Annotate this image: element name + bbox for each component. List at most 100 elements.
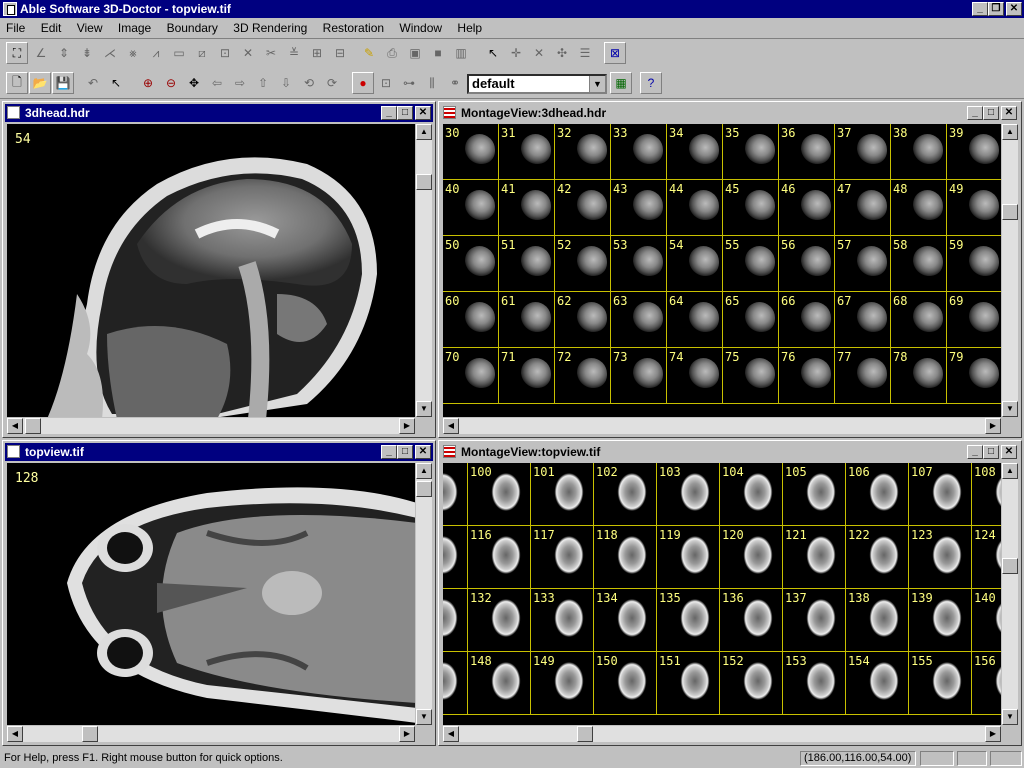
draw-line-icon[interactable]: ∠ (30, 42, 52, 64)
montage-thumbnail[interactable]: 42 (555, 180, 611, 236)
close-button[interactable]: ✕ (1006, 2, 1022, 16)
montage-thumbnail[interactable]: 69 (947, 292, 1001, 348)
scroll-right-button[interactable]: ▶ (399, 726, 415, 742)
menu-3d-rendering[interactable]: 3D Rendering (227, 18, 313, 38)
montage-thumbnail[interactable]: 31 (499, 124, 555, 180)
minimize-button[interactable]: _ (381, 445, 397, 459)
montage-thumbnail[interactable]: 71 (499, 348, 555, 404)
select-pointer-icon[interactable]: ↖ (105, 72, 127, 94)
montage-thumbnail[interactable]: 135 (657, 589, 720, 652)
print-icon[interactable]: ⎙ (381, 42, 403, 64)
monitor-icon[interactable]: ▣ (404, 42, 426, 64)
horizontal-scrollbar[interactable]: ◀ ▶ (7, 418, 415, 434)
minimize-button[interactable]: _ (381, 106, 397, 120)
add-point-icon[interactable]: ✛ (505, 42, 527, 64)
horizontal-scrollbar[interactable]: ◀ ▶ (443, 418, 1001, 434)
montage-thumbnail[interactable]: 133 (531, 589, 594, 652)
move-point-icon[interactable]: ✣ (551, 42, 573, 64)
montage-thumbnail[interactable]: 137 (783, 589, 846, 652)
montage-thumbnail[interactable] (443, 526, 468, 589)
chevron-down-icon[interactable]: ▼ (589, 76, 605, 92)
montage-thumbnail[interactable]: 45 (723, 180, 779, 236)
montage-thumbnail[interactable]: 151 (657, 652, 720, 715)
link-icon[interactable]: ⚭ (444, 72, 466, 94)
vertical-scrollbar[interactable]: ▲ ▼ (416, 124, 432, 417)
montage-thumbnail[interactable]: 36 (779, 124, 835, 180)
montage-thumbnail[interactable]: 139 (909, 589, 972, 652)
scroll-up-button[interactable]: ▲ (416, 463, 432, 479)
pan-icon[interactable]: ✥ (183, 72, 205, 94)
point-list-icon[interactable]: ☰ (574, 42, 596, 64)
calibrate-icon[interactable]: ⊠ (604, 42, 626, 64)
montage-thumbnail[interactable]: 108 (972, 463, 1001, 526)
minimize-button[interactable]: _ (967, 445, 983, 459)
image-frame-icon[interactable]: ⊟ (329, 42, 351, 64)
close-button[interactable]: ✕ (415, 445, 431, 459)
scroll-thumb[interactable] (1002, 558, 1018, 574)
window-axial-titlebar[interactable]: topview.tif _ □ ✕ (5, 443, 433, 461)
restore-button[interactable]: ❐ (988, 2, 1004, 16)
montage-thumbnail[interactable]: 118 (594, 526, 657, 589)
montage-thumbnail[interactable]: 78 (891, 348, 947, 404)
montage-thumbnail[interactable]: 116 (468, 526, 531, 589)
select-region-icon[interactable]: ⛶ (6, 42, 28, 64)
window-sagittal-titlebar[interactable]: 3dhead.hdr _ □ ✕ (5, 104, 433, 122)
arrow-up-icon[interactable]: ⇧ (252, 72, 274, 94)
scroll-up-button[interactable]: ▲ (416, 124, 432, 140)
montage-thumbnail[interactable]: 38 (891, 124, 947, 180)
panel-icon[interactable]: ■ (427, 42, 449, 64)
rotate-left-icon[interactable]: ⟲ (298, 72, 320, 94)
layout-icon[interactable]: ▥ (450, 42, 472, 64)
montage-thumbnail[interactable]: 39 (947, 124, 1001, 180)
delete-boundary-icon[interactable]: ✕ (237, 42, 259, 64)
montage-thumbnail[interactable]: 120 (720, 526, 783, 589)
montage-thumbnail[interactable]: 117 (531, 526, 594, 589)
montage-thumbnail[interactable]: 106 (846, 463, 909, 526)
montage-thumbnail[interactable]: 52 (555, 236, 611, 292)
app-icon[interactable] (3, 2, 17, 16)
montage-thumbnail[interactable]: 58 (891, 236, 947, 292)
menu-image[interactable]: Image (112, 18, 157, 38)
montage-thumbnail[interactable]: 79 (947, 348, 1001, 404)
montage-thumbnail[interactable]: 119 (657, 526, 720, 589)
new-file-icon[interactable]: 🗋 (6, 72, 28, 94)
montage-thumbnail[interactable] (443, 589, 468, 652)
close-button[interactable]: ✕ (1001, 445, 1017, 459)
scroll-right-button[interactable]: ▶ (985, 418, 1001, 434)
frame-icon[interactable]: ⊞ (306, 42, 328, 64)
montage-thumbnail[interactable]: 138 (846, 589, 909, 652)
scroll-down-button[interactable]: ▼ (1002, 401, 1018, 417)
montage-thumbnail[interactable]: 56 (779, 236, 835, 292)
montage-thumbnail[interactable]: 153 (783, 652, 846, 715)
montage-thumbnail[interactable]: 72 (555, 348, 611, 404)
montage-thumbnail[interactable]: 34 (667, 124, 723, 180)
horizontal-scrollbar[interactable]: ◀ ▶ (443, 726, 1001, 742)
montage-thumbnail[interactable]: 53 (611, 236, 667, 292)
sagittal-image-view[interactable]: 54 (7, 124, 415, 417)
cut-icon[interactable]: ✂ (260, 42, 282, 64)
scroll-thumb[interactable] (416, 481, 432, 497)
split-icon[interactable]: ⇟ (76, 42, 98, 64)
montage-thumbnail[interactable]: 132 (468, 589, 531, 652)
montage-thumbnail[interactable]: 148 (468, 652, 531, 715)
menu-view[interactable]: View (71, 18, 109, 38)
scroll-right-button[interactable]: ▶ (985, 726, 1001, 742)
axial-image-view[interactable]: 128 (7, 463, 415, 725)
montage-thumbnail[interactable]: 74 (667, 348, 723, 404)
montage-thumbnail[interactable]: 105 (783, 463, 846, 526)
montage-thumbnail[interactable]: 76 (779, 348, 835, 404)
montage-thumbnail[interactable]: 49 (947, 180, 1001, 236)
scroll-thumb[interactable] (577, 726, 593, 742)
montage-thumbnail[interactable]: 46 (779, 180, 835, 236)
montage-thumbnail[interactable]: 51 (499, 236, 555, 292)
montage-topview-view[interactable]: 100 101 102 103 104 105 106 107 108 116 117 118 119 1… (443, 463, 1001, 725)
context-help-icon[interactable]: ? (640, 72, 662, 94)
zoom-in-icon[interactable]: ⊕ (137, 72, 159, 94)
montage-thumbnail[interactable]: 66 (779, 292, 835, 348)
close-button[interactable]: ✕ (1001, 106, 1017, 120)
montage-thumbnail[interactable]: 140 (972, 589, 1001, 652)
rotate-right-icon[interactable]: ⟳ (321, 72, 343, 94)
menu-window[interactable]: Window (393, 18, 448, 38)
montage-thumbnail[interactable]: 40 (443, 180, 499, 236)
minimize-button[interactable]: _ (967, 106, 983, 120)
